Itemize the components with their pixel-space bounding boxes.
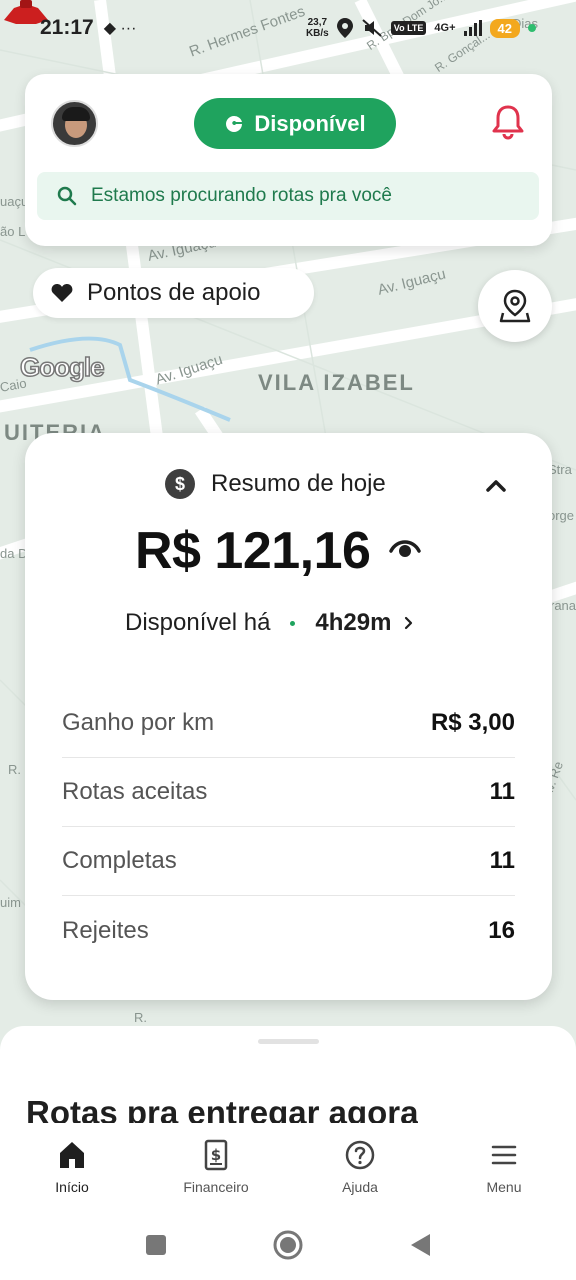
menu-icon	[491, 1145, 517, 1165]
google-attribution: Google	[19, 351, 105, 383]
notification-icons: ◆ ···	[103, 20, 137, 37]
earnings-amount: R$ 121,16	[135, 522, 371, 580]
bell-icon[interactable]	[492, 104, 524, 140]
privacy-indicator-dot	[528, 24, 536, 32]
stat-row-rejected: Rejeites 16	[62, 896, 515, 965]
stat-value: 11	[489, 778, 515, 805]
stat-label: Completas	[62, 847, 177, 874]
stat-value: R$ 3,00	[430, 709, 515, 736]
summary-stats-list: Ganho por km R$ 3,00 Rotas aceitas 11 Co…	[62, 689, 515, 965]
mute-icon	[362, 19, 382, 37]
nav-item-financial[interactable]: $ Financeiro	[144, 1123, 288, 1209]
nav-item-label: Início	[55, 1179, 89, 1195]
support-points-label: Pontos de apoio	[87, 279, 261, 306]
avatar-hair	[62, 107, 90, 121]
dollar-icon: $	[165, 469, 195, 499]
home-icon	[60, 1142, 84, 1168]
chevron-right-icon	[405, 616, 413, 630]
availability-card: Disponível Estamos procurando rotas pra …	[25, 74, 552, 246]
stat-row-completed: Completas 11	[62, 827, 515, 896]
stat-value: 11	[489, 847, 515, 874]
daily-summary-card: $ Resumo de hoje R$ 121,16 Disponível há…	[25, 433, 552, 1000]
availability-duration-value: 4h29m	[315, 609, 392, 636]
help-icon	[345, 1140, 375, 1170]
volte-icon: Vo LTE	[390, 21, 427, 35]
status-bar: 21:17 ◆ ··· 23,7 KB/s Vo LTE 4G+ 42	[0, 0, 576, 56]
recents-button[interactable]	[140, 1229, 172, 1261]
status-time: 21:17	[40, 16, 94, 39]
route-search-message: Estamos procurando rotas pra você	[91, 185, 392, 206]
sheet-drag-handle[interactable]	[258, 1039, 319, 1044]
stat-row-accepted-routes: Rotas aceitas 11	[62, 758, 515, 827]
location-icon	[336, 18, 353, 38]
receipt-icon: $	[204, 1139, 228, 1171]
network-speed: 23,7 KB/s	[306, 17, 329, 39]
stat-label: Rejeites	[62, 916, 149, 944]
availability-status-label: Disponível	[254, 110, 366, 136]
chevron-up-icon[interactable]	[485, 477, 507, 493]
status-logo-icon	[226, 115, 243, 132]
map-street-label: rana	[550, 598, 576, 613]
map-street-label: ão L	[0, 224, 26, 239]
network-speed-unit: KB/s	[305, 28, 329, 39]
nav-item-label: Menu	[486, 1179, 522, 1195]
nav-item-help[interactable]: Ajuda	[288, 1123, 432, 1209]
nav-item-label: Financeiro	[183, 1179, 249, 1195]
battery-indicator: 42	[489, 18, 520, 38]
stat-value: 16	[488, 916, 515, 944]
map-street-label: uim	[0, 895, 21, 910]
map-pin-icon	[499, 289, 531, 323]
system-navigation-bar	[0, 1209, 576, 1280]
stat-label: Rotas aceitas	[62, 778, 208, 805]
back-triangle-icon	[411, 1233, 430, 1256]
eye-icon[interactable]	[389, 537, 421, 559]
heart-icon	[51, 284, 73, 302]
map-neighborhood-label: VILA IZABEL	[258, 370, 415, 395]
circle-icon	[273, 1230, 303, 1259]
map-street-label: da D	[0, 546, 28, 561]
map-street-label: R.	[8, 762, 21, 777]
support-points-button[interactable]: Pontos de apoio	[33, 268, 314, 318]
nav-item-label: Ajuda	[342, 1179, 378, 1195]
availability-duration-label: Disponível há	[125, 609, 271, 636]
stat-label: Ganho por km	[62, 709, 215, 736]
stat-row-earnings-per-km: Ganho por km R$ 3,00	[62, 689, 515, 758]
routes-section-title: Rotas pra entregar agora	[26, 1094, 419, 1124]
map-street-label: R.	[134, 1010, 147, 1025]
search-icon	[57, 186, 77, 206]
avatar[interactable]	[51, 100, 98, 147]
back-button[interactable]	[404, 1229, 436, 1261]
availability-toggle-button[interactable]: Disponível	[194, 98, 396, 149]
separator-dot	[290, 620, 296, 626]
summary-title: Resumo de hoje	[211, 470, 386, 497]
home-system-button[interactable]	[272, 1229, 304, 1261]
svg-text:$: $	[211, 1146, 221, 1164]
nav-item-menu[interactable]: Menu	[432, 1123, 576, 1209]
nav-item-home[interactable]: Início	[0, 1123, 144, 1209]
status-right-icons: 23,7 KB/s Vo LTE 4G+ 42	[306, 17, 536, 39]
route-search-banner: Estamos procurando rotas pra você	[37, 172, 539, 220]
signal-icon	[463, 20, 482, 36]
network-type: 4G+	[434, 22, 456, 34]
my-location-button[interactable]	[478, 270, 552, 342]
summary-header[interactable]: $ Resumo de hoje	[165, 469, 386, 499]
square-icon	[146, 1234, 166, 1255]
network-speed-value: 23,7	[307, 17, 328, 28]
bottom-navigation: Início $ Financeiro Ajuda Menu	[0, 1123, 576, 1209]
map-street-label: uaçu	[0, 194, 29, 209]
availability-duration[interactable]: Disponível há 4h29m	[125, 609, 415, 637]
